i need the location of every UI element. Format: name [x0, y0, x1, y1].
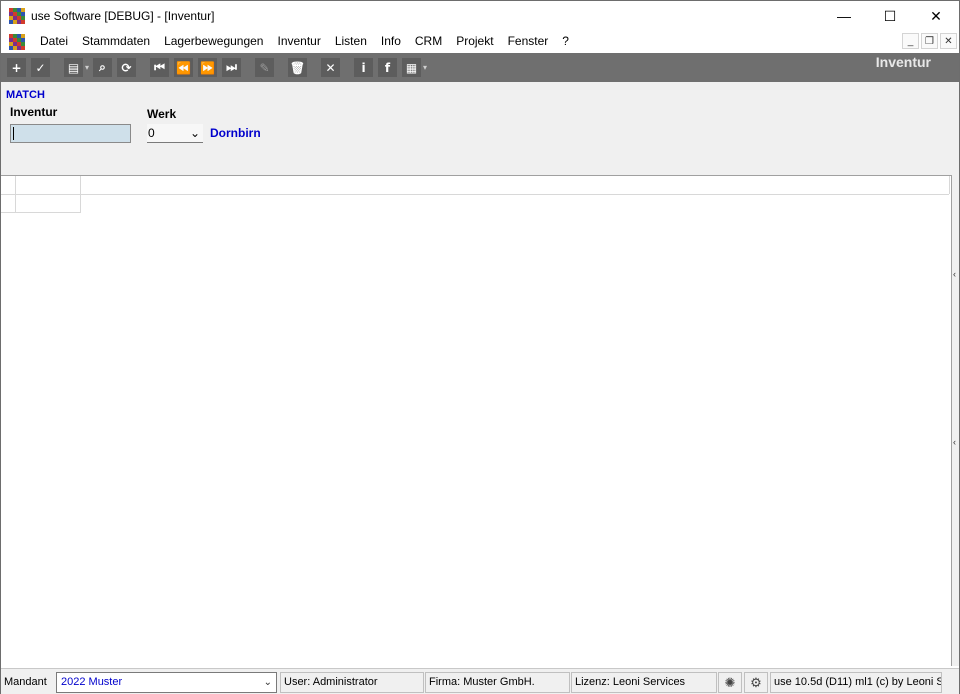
next-record-icon[interactable]: ⏩: [198, 58, 218, 77]
status-bar: Mandant 2022 Muster ⌄ User: Administrato…: [1, 668, 959, 694]
refresh-icon[interactable]: ⟳: [117, 58, 137, 77]
close-button[interactable]: ✕: [913, 1, 959, 31]
splitter-left-arrow-icon[interactable]: ‹: [953, 437, 959, 449]
delete-icon[interactable]: 🗑: [288, 58, 308, 77]
cancel-icon[interactable]: ✕: [321, 58, 341, 77]
side-splitter[interactable]: ‹ ‹: [951, 175, 959, 666]
window-title: use Software [DEBUG] - [Inventur]: [31, 9, 215, 23]
app-window: use Software [DEBUG] - [Inventur] — ☐ ✕ …: [0, 0, 960, 694]
mdi-controls: _ ❐ ✕: [902, 33, 957, 49]
werk-select-value: 0: [148, 126, 155, 140]
inventur-label: Inventur: [10, 105, 58, 119]
print-icon[interactable]: ▤: [64, 58, 83, 77]
grid-row-line: [1, 212, 81, 213]
status-lizenz: Lizenz: Leoni Services: [571, 672, 717, 693]
first-record-icon[interactable]: ⏮: [150, 58, 170, 77]
search-icon[interactable]: ⌕: [93, 58, 113, 77]
window-controls: — ☐ ✕: [821, 1, 959, 31]
menu-lagerbewegungen[interactable]: Lagerbewegungen: [157, 31, 270, 52]
status-firma: Firma: Muster GmbH.: [425, 672, 570, 693]
title-bar: use Software [DEBUG] - [Inventur] — ☐ ✕: [1, 1, 959, 31]
text-caret: [13, 127, 14, 140]
grid-dropdown-icon[interactable]: ▾: [423, 63, 427, 72]
status-version: use 10.5d (D11) ml1 (c) by Leoni Sc: [770, 672, 942, 693]
info-icon[interactable]: i: [354, 58, 374, 77]
connection-icon[interactable]: ⚙: [744, 672, 768, 693]
menu-listen[interactable]: Listen: [328, 31, 374, 52]
grid-col-line: [80, 176, 81, 212]
print-dropdown-icon[interactable]: ▾: [85, 63, 89, 72]
menu-stammdaten[interactable]: Stammdaten: [75, 31, 157, 52]
menu-projekt[interactable]: Projekt: [449, 31, 500, 52]
chevron-down-icon: ⌄: [263, 677, 272, 688]
add-icon[interactable]: +: [7, 58, 26, 77]
mdi-restore-button[interactable]: ❐: [921, 33, 938, 49]
werk-label: Werk: [147, 107, 177, 121]
werk-select[interactable]: 0 ⌄: [147, 124, 203, 143]
edit-icon[interactable]: ✎: [255, 58, 275, 77]
grid-icon[interactable]: ▦: [402, 58, 422, 77]
chevron-down-icon: ⌄: [189, 126, 200, 140]
menu-info[interactable]: Info: [374, 31, 408, 52]
menu-help[interactable]: ?: [555, 31, 576, 52]
maximize-button[interactable]: ☐: [867, 1, 913, 31]
sun-icon[interactable]: ✺: [718, 672, 742, 693]
toolbar-title: Inventur: [875, 54, 931, 70]
mandant-select-value: 2022 Muster: [61, 676, 123, 688]
werk-name: Dornbirn: [210, 126, 261, 140]
mandant-label: Mandant: [4, 676, 47, 688]
mdi-close-button[interactable]: ✕: [940, 33, 957, 49]
facebook-icon[interactable]: f: [378, 58, 398, 77]
search-form: MATCH Inventur Werk 0 ⌄ Dornbirn: [1, 82, 959, 175]
menu-datei[interactable]: Datei: [33, 31, 75, 52]
menu-inventur[interactable]: Inventur: [270, 31, 327, 52]
menu-fenster[interactable]: Fenster: [501, 31, 556, 52]
minimize-button[interactable]: —: [821, 1, 867, 31]
grid-col-line: [949, 176, 950, 194]
last-record-icon[interactable]: ⏭: [222, 58, 242, 77]
check-icon[interactable]: ✓: [31, 58, 50, 77]
status-user: User: Administrator: [280, 672, 424, 693]
inventur-input[interactable]: [10, 124, 131, 143]
app-logo-icon: [9, 8, 25, 24]
match-label: MATCH: [6, 89, 45, 101]
mandant-select[interactable]: 2022 Muster ⌄: [56, 672, 277, 693]
grid-header-line: [1, 194, 949, 195]
prev-record-icon[interactable]: ⏪: [174, 58, 194, 77]
menu-bar: Datei Stammdaten Lagerbewegungen Inventu…: [1, 31, 959, 52]
splitter-left-arrow-icon[interactable]: ‹: [953, 269, 959, 281]
grid-col-line: [15, 176, 16, 212]
menu-crm[interactable]: CRM: [408, 31, 449, 52]
toolbar: + ✓ ▤ ▾ ⌕ ⟳ ⏮ ⏪ ⏩ ⏭ ✎ 🗑 ✕ i f ▦ ▾ Invent…: [1, 53, 959, 82]
mdi-minimize-button[interactable]: _: [902, 33, 919, 49]
results-grid[interactable]: [1, 175, 951, 666]
mdi-logo-icon[interactable]: [9, 33, 25, 50]
